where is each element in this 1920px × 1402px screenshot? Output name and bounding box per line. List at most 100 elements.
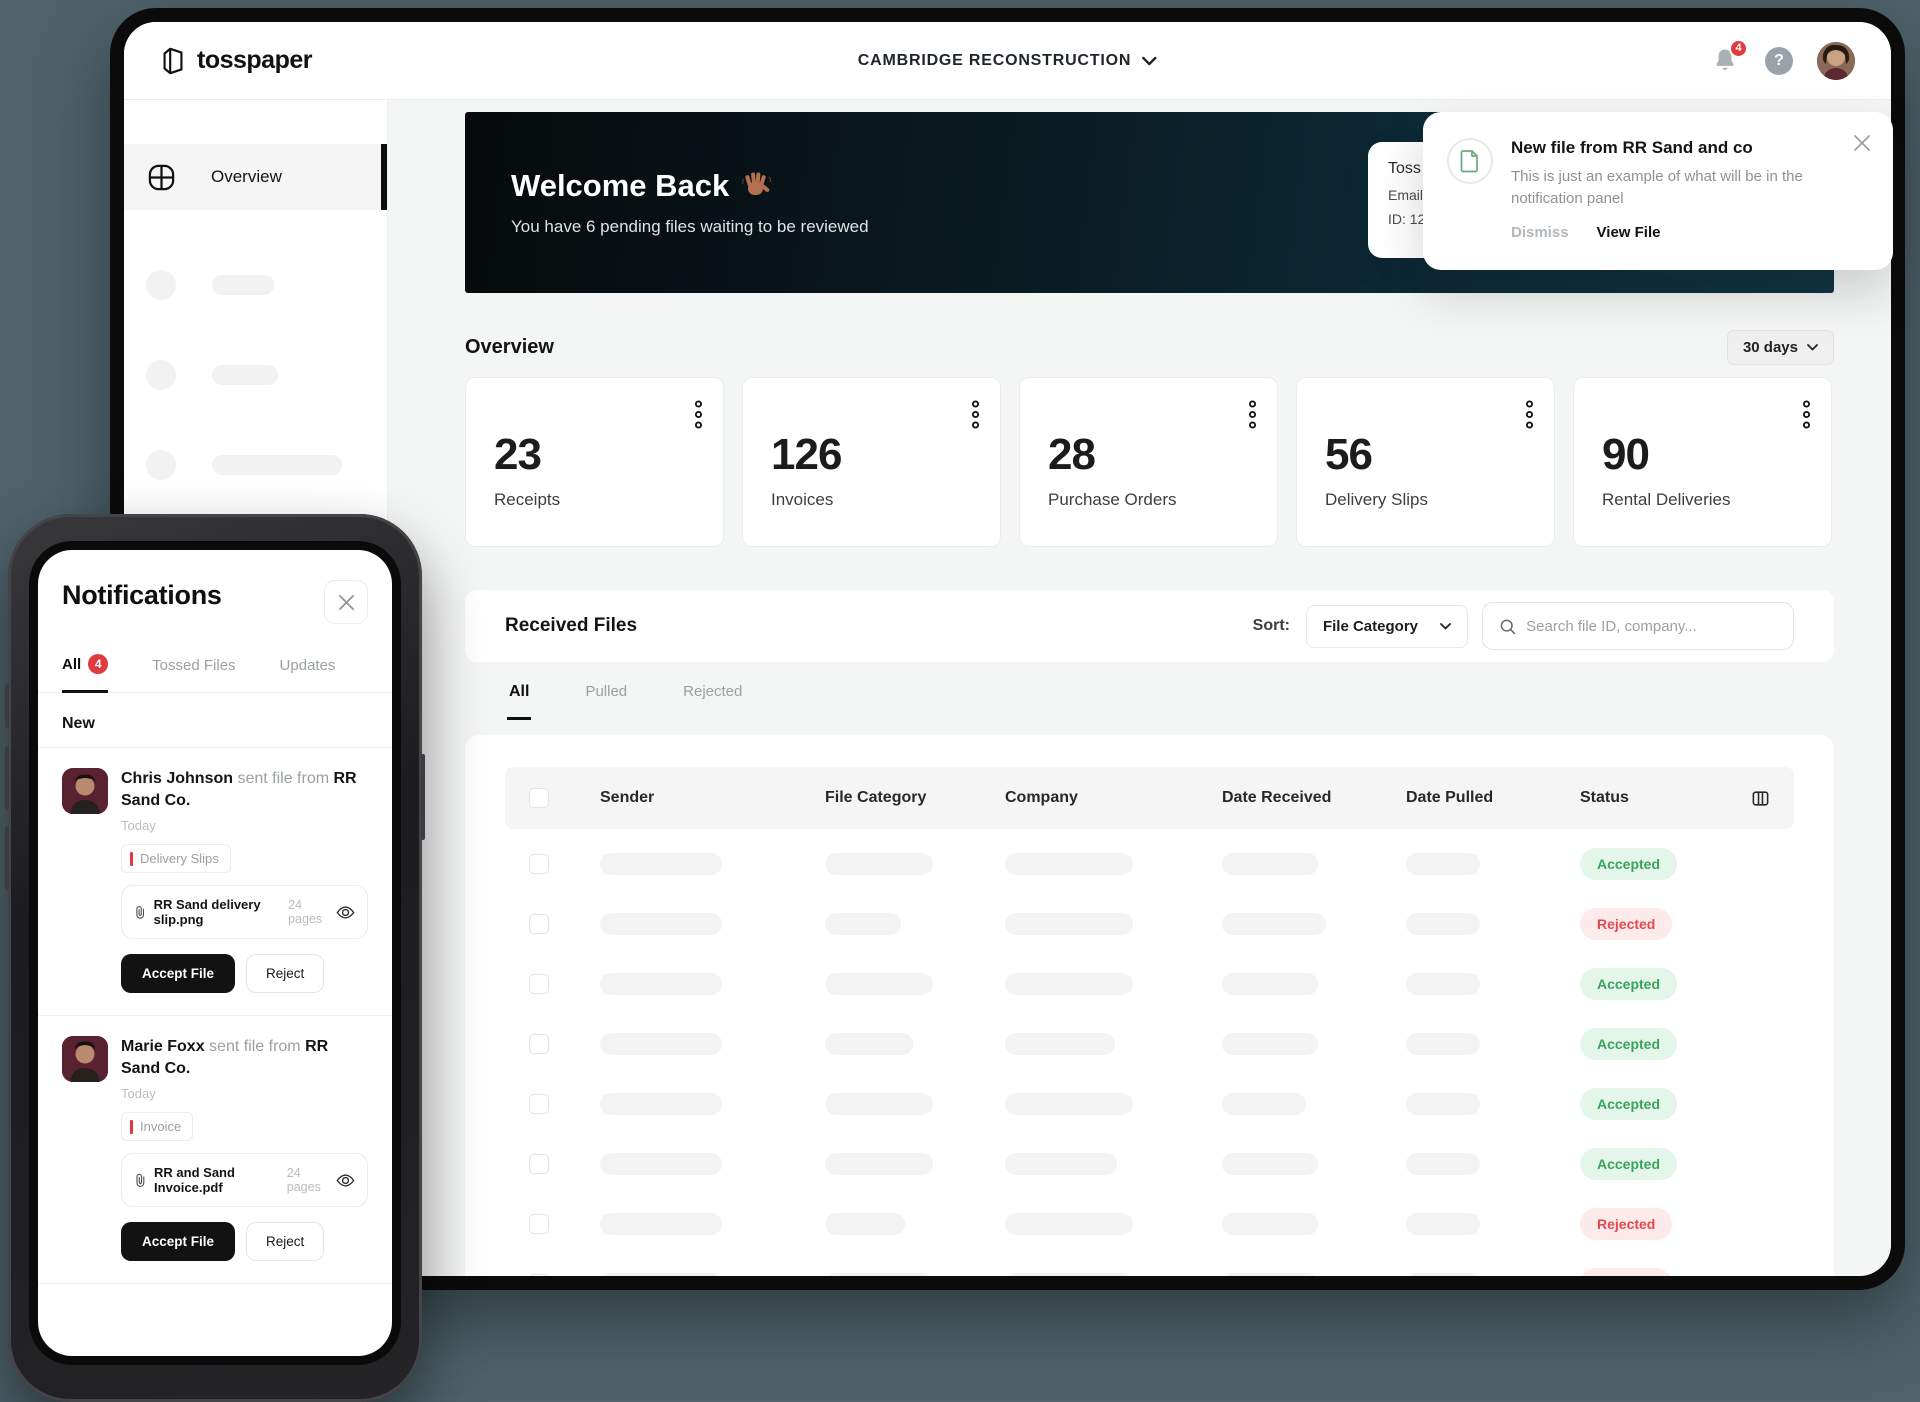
stat-value: 28	[1048, 430, 1249, 480]
skeleton-bar	[212, 455, 342, 475]
row-menu-icon[interactable]	[1758, 1220, 1770, 1228]
table-row[interactable]: Accepted	[505, 1019, 1794, 1069]
user-avatar[interactable]	[1817, 42, 1855, 80]
skeleton-bar	[1005, 1153, 1117, 1175]
app-header: tosspaper CAMBRIDGE RECONSTRUCTION 4 ?	[124, 22, 1891, 100]
stat-label: Invoices	[771, 490, 972, 510]
skeleton-bar	[1222, 973, 1318, 995]
workspace-switcher[interactable]: CAMBRIDGE RECONSTRUCTION	[858, 52, 1157, 70]
tab-tossed-files[interactable]: Tossed Files	[152, 654, 235, 692]
avatar-image	[1817, 42, 1855, 80]
received-files-header: Received Files Sort: File Category	[465, 590, 1834, 662]
skeleton-bar	[825, 853, 933, 875]
skeleton-bar	[600, 1213, 722, 1235]
row-menu-icon[interactable]	[1758, 860, 1770, 868]
row-checkbox[interactable]	[529, 854, 549, 874]
card-menu-icon[interactable]	[971, 400, 980, 429]
card-menu-icon[interactable]	[694, 400, 703, 429]
column-header-sender: Sender	[600, 789, 825, 807]
select-all-checkbox[interactable]	[529, 788, 549, 808]
close-icon[interactable]	[1853, 134, 1871, 152]
status-badge: Accepted	[1580, 848, 1677, 880]
table-row[interactable]: Accepted	[505, 1079, 1794, 1129]
welcome-title: Welcome Back	[511, 168, 729, 204]
row-menu-icon[interactable]	[1758, 1280, 1770, 1288]
row-menu-icon[interactable]	[1758, 1100, 1770, 1108]
row-menu-icon[interactable]	[1758, 920, 1770, 928]
stat-value: 56	[1325, 430, 1526, 480]
date-range-select[interactable]: 30 days	[1727, 330, 1834, 365]
tab-all[interactable]: All 4	[62, 654, 108, 693]
row-checkbox[interactable]	[529, 974, 549, 994]
skeleton-bar	[1406, 1213, 1480, 1235]
skeleton-bar	[1406, 973, 1480, 995]
row-checkbox[interactable]	[529, 1154, 549, 1174]
table-header: Sender File Category Company Date Receiv…	[505, 767, 1794, 829]
status-badge: Rejected	[1580, 1208, 1672, 1240]
row-checkbox[interactable]	[529, 1034, 549, 1054]
reject-button[interactable]: Reject	[246, 954, 324, 993]
sidebar-item-overview[interactable]: Overview	[124, 144, 387, 210]
sender-name: Chris Johnson	[121, 770, 233, 787]
help-button[interactable]: ?	[1765, 47, 1793, 75]
close-button[interactable]	[324, 580, 368, 624]
tab-rejected[interactable]: Rejected	[681, 677, 744, 716]
search-input[interactable]	[1526, 618, 1777, 635]
notification-tabs: All 4 Tossed Files Updates	[38, 654, 392, 693]
columns-icon[interactable]	[1751, 789, 1770, 808]
view-file-button[interactable]: View File	[1597, 224, 1661, 241]
row-checkbox[interactable]	[529, 1094, 549, 1114]
skeleton-bar	[1005, 973, 1133, 995]
tab-pulled[interactable]: Pulled	[583, 677, 629, 716]
skeleton-bar	[212, 365, 278, 385]
search-icon	[1499, 617, 1516, 636]
card-menu-icon[interactable]	[1525, 400, 1534, 429]
skeleton-bar	[600, 1093, 722, 1115]
stat-card-receipts: 23 Receipts	[465, 377, 724, 547]
status-badge: Accepted	[1580, 1148, 1677, 1180]
notification-time: Today	[121, 818, 368, 833]
card-menu-icon[interactable]	[1248, 400, 1257, 429]
preview-eye-icon[interactable]	[336, 1173, 355, 1188]
file-attachment-chip[interactable]: RR Sand delivery slip.png 24 pages	[121, 885, 368, 939]
accept-file-button[interactable]: Accept File	[121, 954, 235, 993]
card-menu-icon[interactable]	[1802, 400, 1811, 429]
row-menu-icon[interactable]	[1758, 1040, 1770, 1048]
column-header-date-pulled: Date Pulled	[1406, 789, 1580, 807]
row-checkbox[interactable]	[529, 1274, 549, 1289]
tag-accent-bar	[130, 1120, 133, 1134]
stat-label: Receipts	[494, 490, 695, 510]
table-row[interactable]: Accepted	[505, 1139, 1794, 1189]
file-attachment-chip[interactable]: RR and Sand Invoice.pdf 24 pages	[121, 1153, 368, 1207]
status-badge: Accepted	[1580, 1028, 1677, 1060]
sender-avatar	[62, 1036, 108, 1082]
table-row[interactable]: Accepted	[505, 959, 1794, 1009]
table-row[interactable]: Accepted	[505, 839, 1794, 889]
skeleton-bar	[212, 275, 274, 295]
stat-card-delivery-slips: 56 Delivery Slips	[1296, 377, 1555, 547]
overview-heading: Overview	[465, 336, 554, 359]
accept-file-button[interactable]: Accept File	[121, 1222, 235, 1261]
skeleton-bar	[1406, 1093, 1480, 1115]
sort-select[interactable]: File Category	[1306, 605, 1468, 648]
tag-label: Invoice	[140, 1119, 181, 1134]
reject-button[interactable]: Reject	[246, 1222, 324, 1261]
tab-updates[interactable]: Updates	[280, 654, 336, 692]
table-row[interactable]: Rejected	[505, 1199, 1794, 1249]
notifications-button[interactable]: 4	[1711, 46, 1741, 76]
table-row[interactable]: Rejected	[505, 899, 1794, 949]
table-row[interactable]: Rejected	[505, 1259, 1794, 1289]
row-menu-icon[interactable]	[1758, 1160, 1770, 1168]
row-checkbox[interactable]	[529, 1214, 549, 1234]
toast-notification: New file from RR Sand and co This is jus…	[1423, 112, 1893, 270]
skeleton-bar	[825, 913, 901, 935]
notifications-title: Notifications	[62, 580, 222, 611]
phone-mockup: Notifications All 4 Tossed Files Updates…	[8, 514, 422, 1402]
row-menu-icon[interactable]	[1758, 980, 1770, 988]
tab-all[interactable]: All	[507, 677, 531, 720]
dismiss-button[interactable]: Dismiss	[1511, 224, 1569, 241]
row-checkbox[interactable]	[529, 914, 549, 934]
preview-eye-icon[interactable]	[336, 905, 355, 920]
file-name: RR and Sand Invoice.pdf	[154, 1165, 277, 1195]
paperclip-icon	[134, 1172, 146, 1188]
